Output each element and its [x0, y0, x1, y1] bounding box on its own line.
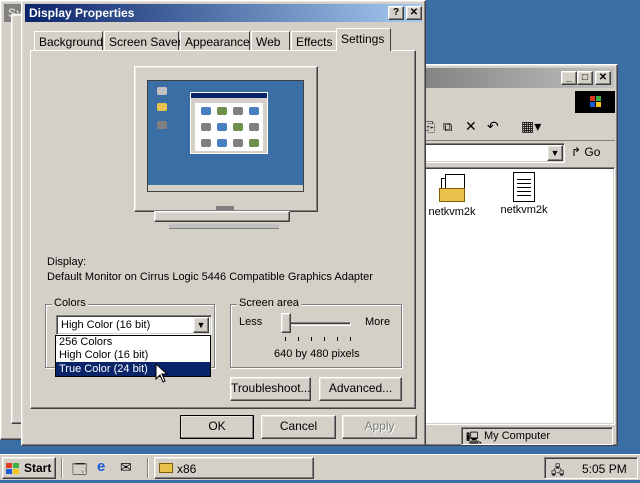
- explorer-window[interactable]: _ □ ✕ ⎘ ⧉ ✕ ↶ ▦▾ ▼ ↱ Go netkvm2k netkvm2…: [410, 64, 618, 446]
- status-location: My Computer: [484, 430, 551, 442]
- folder-icon: [159, 463, 173, 473]
- screen-area-slider-track[interactable]: [283, 322, 351, 326]
- address-input[interactable]: [415, 143, 565, 163]
- status-bar: 🖳 My Computer: [415, 427, 615, 445]
- minimize-button[interactable]: _: [561, 71, 577, 85]
- troubleshoot-button[interactable]: Troubleshoot...: [230, 377, 311, 401]
- colors-dropdown-button[interactable]: ▼: [193, 317, 209, 333]
- start-button[interactable]: Start: [2, 457, 56, 479]
- monitor-screen: [147, 80, 304, 192]
- move-to-icon[interactable]: ⎘: [425, 119, 435, 135]
- start-label: Start: [24, 461, 52, 475]
- views-icon[interactable]: ▦▾: [521, 118, 541, 135]
- file-item[interactable]: netkvm2k: [422, 174, 482, 224]
- outlook-express-icon[interactable]: ✉: [120, 459, 132, 476]
- screen-area-slider-thumb[interactable]: [281, 313, 291, 333]
- copy-to-icon[interactable]: ⧉: [443, 119, 452, 135]
- internet-explorer-icon[interactable]: e: [97, 458, 105, 475]
- go-icon: ↱: [571, 145, 582, 159]
- screen-area-value: 640 by 480 pixels: [274, 348, 360, 360]
- monitor-stand: [154, 211, 290, 222]
- cancel-button[interactable]: Cancel: [261, 415, 336, 439]
- go-label: Go: [584, 145, 601, 159]
- colors-group-label: Colors: [52, 297, 88, 309]
- colors-selected-value: High Color (16 bit): [61, 319, 151, 331]
- notepad-icon: [513, 172, 535, 202]
- file-item[interactable]: netkvm2k: [492, 172, 556, 224]
- delete-icon[interactable]: ✕: [465, 118, 477, 135]
- apply-button[interactable]: Apply: [342, 415, 417, 439]
- maximize-button[interactable]: □: [577, 71, 593, 85]
- mouse-cursor-icon: [155, 362, 169, 386]
- file-view[interactable]: netkvm2k netkvm2k: [415, 167, 615, 425]
- screen-area-less: Less: [239, 316, 263, 328]
- tab-effects[interactable]: Effects: [291, 31, 337, 51]
- display-label: Display:: [47, 256, 87, 268]
- tab-settings[interactable]: Settings: [336, 28, 391, 51]
- display-properties-dialog[interactable]: Display Properties ? ✕ Background Screen…: [21, 0, 426, 446]
- clock[interactable]: 5:05 PM: [582, 462, 627, 476]
- dialog-titlebar[interactable]: Display Properties: [25, 4, 422, 22]
- tab-screen-saver[interactable]: Screen Saver: [104, 31, 182, 51]
- advanced-button[interactable]: Advanced...: [319, 377, 402, 401]
- tab-appearance[interactable]: Appearance: [180, 31, 250, 51]
- windows-flag-icon: [6, 463, 20, 475]
- taskbar-task-label: x86: [177, 462, 197, 476]
- colors-select[interactable]: High Color (16 bit) ▼: [56, 315, 212, 335]
- address-dropdown-button[interactable]: ▼: [547, 145, 563, 161]
- close-button[interactable]: ✕: [406, 6, 422, 20]
- toolbar-row: ⎘ ⧉ ✕ ↶ ▦▾: [415, 115, 615, 141]
- preview-window: [190, 92, 268, 154]
- file-item-label: netkvm2k: [428, 206, 476, 218]
- ok-button[interactable]: OK: [180, 415, 254, 439]
- taskbar-task-button[interactable]: x86: [154, 457, 314, 479]
- show-desktop-icon[interactable]: 🗔: [72, 459, 87, 483]
- close-button[interactable]: ✕: [595, 71, 611, 85]
- my-computer-icon: 🖳: [466, 431, 483, 445]
- dialog-title: Display Properties: [29, 6, 135, 20]
- colors-dropdown-list[interactable]: 256 Colors High Color (16 bit) True Colo…: [55, 335, 211, 377]
- help-button[interactable]: ?: [388, 6, 404, 20]
- go-button[interactable]: ↱ Go: [571, 145, 609, 163]
- monitor-preview: [134, 66, 318, 214]
- network-icon[interactable]: 🖧: [551, 461, 564, 482]
- windows-logo-icon: [575, 91, 615, 113]
- system-tray: 🖧 5:05 PM: [544, 457, 638, 479]
- tab-background[interactable]: Background: [34, 31, 103, 51]
- monitor-base: [169, 224, 279, 229]
- taskbar: Start 🗔 e ✉ x86 🖧 5:05 PM: [0, 454, 640, 480]
- colors-option[interactable]: High Color (16 bit): [56, 349, 210, 362]
- screen-area-group-label: Screen area: [237, 297, 301, 309]
- screen-area-slider-ticks: [285, 337, 351, 341]
- preview-taskbar: [148, 185, 303, 191]
- display-value: Default Monitor on Cirrus Logic 5446 Com…: [47, 271, 373, 283]
- undo-icon[interactable]: ↶: [487, 118, 499, 135]
- desktop: { "background_window": { "title": "Sys",…: [0, 0, 640, 480]
- screen-area-more: More: [365, 316, 391, 328]
- folder-documents-icon: [439, 174, 465, 204]
- colors-option-highlighted[interactable]: True Color (24 bit): [56, 362, 210, 376]
- tab-web[interactable]: Web: [251, 31, 290, 51]
- colors-option[interactable]: 256 Colors: [56, 336, 210, 349]
- file-item-label: netkvm2k: [500, 204, 548, 216]
